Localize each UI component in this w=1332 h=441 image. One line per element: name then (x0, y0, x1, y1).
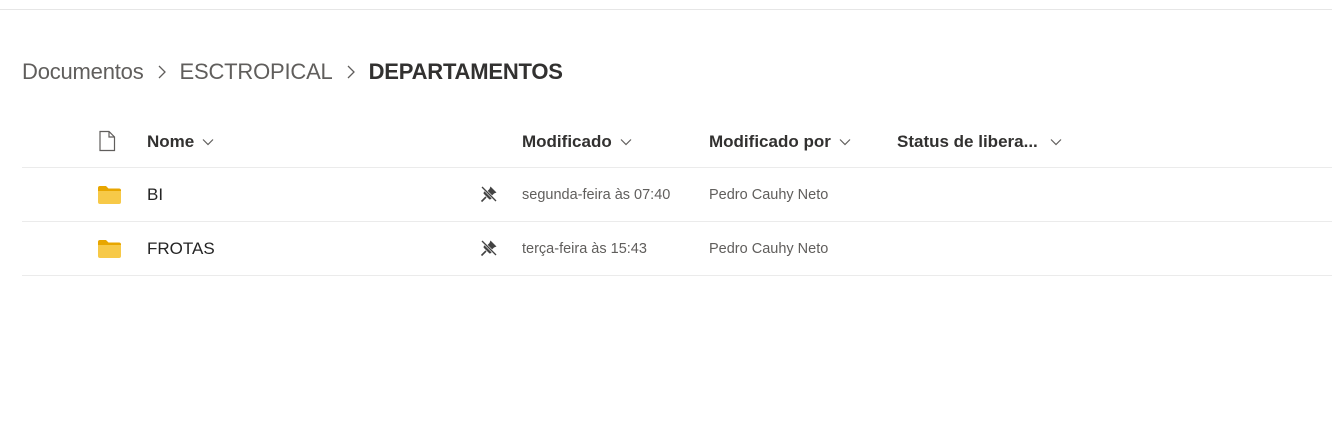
column-header-name-label: Nome (147, 132, 195, 151)
breadcrumb: Documentos ESCTROPICAL DEPARTAMENTOS (22, 56, 563, 88)
file-type-icon[interactable] (98, 130, 116, 157)
list-item[interactable]: BI segunda-feira às 07:40 Pedro Cauhy Ne… (22, 168, 1332, 222)
item-modified: segunda-feira às 07:40 (522, 187, 671, 203)
folder-icon (97, 239, 122, 264)
item-modified-by[interactable]: Pedro Cauhy Neto (709, 168, 828, 222)
chevron-down-icon (620, 138, 632, 146)
pin-off-icon[interactable] (480, 185, 498, 203)
top-bar (0, 0, 1332, 10)
item-modified-by[interactable]: Pedro Cauhy Neto (709, 222, 828, 276)
folder-icon (97, 185, 122, 210)
item-name[interactable]: BI (147, 168, 163, 222)
chevron-down-icon (839, 138, 851, 146)
column-header-name[interactable]: Nome (147, 120, 214, 164)
column-header-modified-by-label: Modificado por (709, 132, 831, 151)
breadcrumb-item-departamentos: DEPARTAMENTOS (368, 59, 563, 84)
breadcrumb-item-documentos[interactable]: Documentos (22, 59, 144, 85)
item-name[interactable]: FROTAS (147, 222, 215, 276)
column-header-modified-by[interactable]: Modificado por (709, 120, 851, 164)
item-modified: terça-feira às 15:43 (522, 241, 647, 257)
chevron-right-icon (144, 65, 180, 79)
chevron-right-icon (333, 65, 369, 79)
column-header-modified[interactable]: Modificado (522, 120, 632, 164)
list-header: Nome Modificado Modificado por Status de… (22, 120, 1332, 168)
chevron-down-icon (202, 138, 214, 146)
column-header-modified-label: Modificado (522, 132, 612, 151)
column-header-status[interactable]: Status de libera... (897, 120, 1062, 164)
breadcrumb-item-esctropical[interactable]: ESCTROPICAL (180, 59, 333, 85)
pin-off-icon[interactable] (480, 239, 498, 257)
column-header-status-label: Status de libera... (897, 132, 1038, 151)
list-item[interactable]: FROTAS terça-feira às 15:43 Pedro Cauhy … (22, 222, 1332, 276)
chevron-down-icon (1050, 138, 1062, 146)
